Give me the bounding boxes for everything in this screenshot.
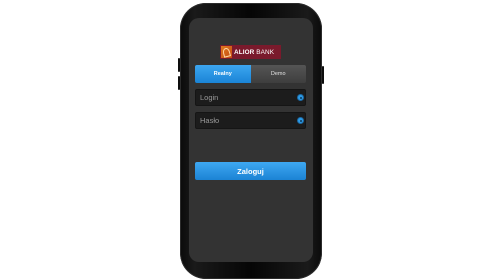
account-mode-tabs: Realny Demo [195, 65, 306, 83]
brand-name-bold: ALIOR [234, 48, 255, 56]
volume-down-button [178, 76, 180, 90]
brand-name-light: BANK [256, 48, 275, 56]
alior-logo-icon [221, 46, 232, 58]
stage: ALIOR BANK Realny Demo Zaloguj [0, 0, 500, 280]
brand-logo: ALIOR BANK [220, 45, 281, 59]
brand-name: ALIOR BANK [234, 49, 274, 56]
login-button[interactable]: Zaloguj [195, 162, 306, 180]
tab-demo[interactable]: Demo [250, 65, 306, 83]
password-input[interactable] [196, 113, 300, 128]
tab-realny[interactable]: Realny [195, 65, 251, 83]
volume-up-button [178, 58, 180, 72]
password-field [195, 112, 306, 129]
info-dot-icon[interactable] [298, 118, 303, 123]
login-input[interactable] [196, 90, 300, 105]
info-dot-icon[interactable] [298, 95, 303, 100]
login-field [195, 89, 306, 106]
phone-screen: ALIOR BANK Realny Demo Zaloguj [189, 18, 313, 262]
power-button [322, 66, 324, 84]
